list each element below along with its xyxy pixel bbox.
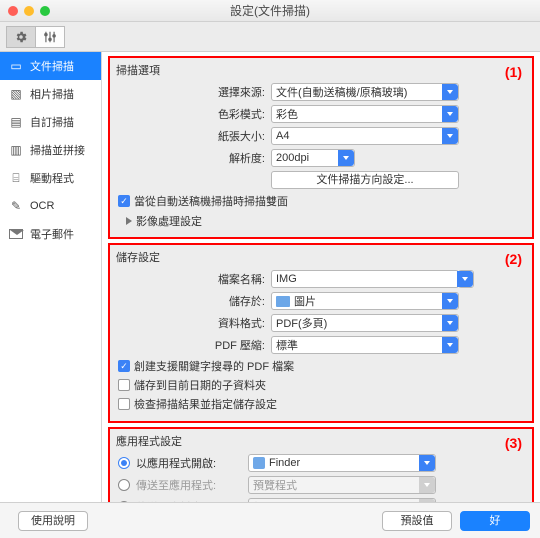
sidebar-item-label: 電子郵件 (30, 226, 74, 242)
adf-duplex-checkbox[interactable] (118, 195, 130, 207)
window-title: 設定(文件掃描) (0, 2, 540, 19)
radio-open-with[interactable] (118, 457, 130, 469)
pdf-searchable-checkbox[interactable] (118, 360, 130, 372)
pdfcomp-label: PDF 壓縮: (116, 337, 271, 353)
sidebar-item-label: 驅動程式 (30, 170, 74, 186)
sidebar-item-email[interactable]: 電子郵件 (0, 220, 101, 248)
ok-button[interactable]: 好 (460, 511, 530, 531)
send-folder-label: 傳送至資料夾: (136, 499, 248, 502)
orientation-button[interactable]: 文件掃描方向設定... (271, 171, 459, 189)
saveto-select[interactable]: 圖片 (271, 292, 459, 310)
save-settings-section: (2) 儲存設定 檔案名稱: IMG 儲存於: 圖片 資料格式: PDF(多頁)… (108, 243, 534, 423)
finder-icon (253, 457, 265, 469)
section-badge-1: (1) (505, 64, 522, 80)
filename-input[interactable]: IMG (271, 270, 459, 288)
sidebar-item-label: 相片掃描 (30, 86, 74, 102)
subfolder-label: 儲存到目前日期的子資料夾 (134, 377, 266, 393)
app-settings-section: (3) 應用程式設定 以應用程式開啟: Finder 傳送至應用程式: 預覽程式… (108, 427, 534, 502)
format-label: 資料格式: (116, 315, 271, 331)
toolbar (0, 22, 540, 52)
toolbar-settings-icon[interactable] (6, 26, 36, 48)
pdfcomp-select[interactable]: 標準 (271, 336, 459, 354)
email-icon (8, 227, 24, 241)
pdf-searchable-label: 創建支援關鍵字搜尋的 PDF 檔案 (134, 358, 294, 374)
scan-options-section: (1) 掃描選項 選擇來源: 文件(自動送稿機/原稿玻璃) 色彩模式: 彩色 紙… (108, 56, 534, 239)
defaults-button[interactable]: 預設值 (382, 511, 452, 531)
document-icon: ▭ (8, 59, 24, 73)
adf-duplex-label: 當從自動送稿機掃描時掃描雙面 (134, 193, 288, 209)
photo-icon: ▧ (8, 87, 24, 101)
send-folder-select: 無 (248, 498, 436, 502)
source-label: 選擇來源: (116, 84, 271, 100)
filename-label: 檔案名稱: (116, 271, 271, 287)
send-app-select: 預覽程式 (248, 476, 436, 494)
save-settings-title: 儲存設定 (116, 249, 526, 265)
filename-dropdown[interactable] (458, 270, 474, 288)
open-with-label: 以應用程式開啟: (136, 455, 248, 471)
sidebar-item-label: 文件掃描 (30, 58, 74, 74)
resolution-select[interactable]: 200dpi (271, 149, 355, 167)
disclosure-triangle-icon (126, 217, 132, 225)
ocr-icon: ✎ (8, 199, 24, 213)
custom-icon: ▤ (8, 115, 24, 129)
scan-options-title: 掃描選項 (116, 62, 526, 78)
color-label: 色彩模式: (116, 106, 271, 122)
confirm-save-checkbox[interactable] (118, 398, 130, 410)
help-button[interactable]: 使用說明 (18, 511, 88, 531)
source-select[interactable]: 文件(自動送稿機/原稿玻璃) (271, 83, 459, 101)
sidebar-item-label: 掃描並拼接 (30, 142, 85, 158)
sidebar-item-stitch-scan[interactable]: ▥ 掃描並拼接 (0, 136, 101, 164)
sidebar-item-driver[interactable]: ⌸ 驅動程式 (0, 164, 101, 192)
app-settings-title: 應用程式設定 (116, 433, 526, 449)
sidebar-item-ocr[interactable]: ✎ OCR (0, 192, 101, 220)
format-select[interactable]: PDF(多頁) (271, 314, 459, 332)
radio-send-app[interactable] (118, 479, 130, 491)
driver-icon: ⌸ (8, 171, 24, 185)
sidebar-item-photo-scan[interactable]: ▧ 相片掃描 (0, 80, 101, 108)
sidebar-item-label: 自訂掃描 (30, 114, 74, 130)
open-with-select[interactable]: Finder (248, 454, 436, 472)
send-app-label: 傳送至應用程式: (136, 477, 248, 493)
radio-send-folder[interactable] (118, 501, 130, 502)
stitch-icon: ▥ (8, 143, 24, 157)
sidebar-item-document-scan[interactable]: ▭ 文件掃描 (0, 52, 101, 80)
confirm-save-label: 檢查掃描結果並指定儲存設定 (134, 396, 277, 412)
subfolder-checkbox[interactable] (118, 379, 130, 391)
paper-label: 紙張大小: (116, 128, 271, 144)
color-select[interactable]: 彩色 (271, 105, 459, 123)
sidebar-item-label: OCR (30, 200, 54, 212)
footer: 使用說明 預設值 好 (0, 502, 540, 538)
image-processing-disclosure[interactable]: 影像處理設定 (126, 213, 526, 229)
sidebar-item-custom-scan[interactable]: ▤ 自訂掃描 (0, 108, 101, 136)
resolution-label: 解析度: (116, 150, 271, 166)
paper-select[interactable]: A4 (271, 127, 459, 145)
sidebar: ▭ 文件掃描 ▧ 相片掃描 ▤ 自訂掃描 ▥ 掃描並拼接 ⌸ 驅動程式 ✎ OC… (0, 52, 102, 502)
saveto-label: 儲存於: (116, 293, 271, 309)
toolbar-sliders-icon[interactable] (35, 26, 65, 48)
folder-icon (276, 296, 290, 307)
section-badge-2: (2) (505, 251, 522, 267)
section-badge-3: (3) (505, 435, 522, 451)
